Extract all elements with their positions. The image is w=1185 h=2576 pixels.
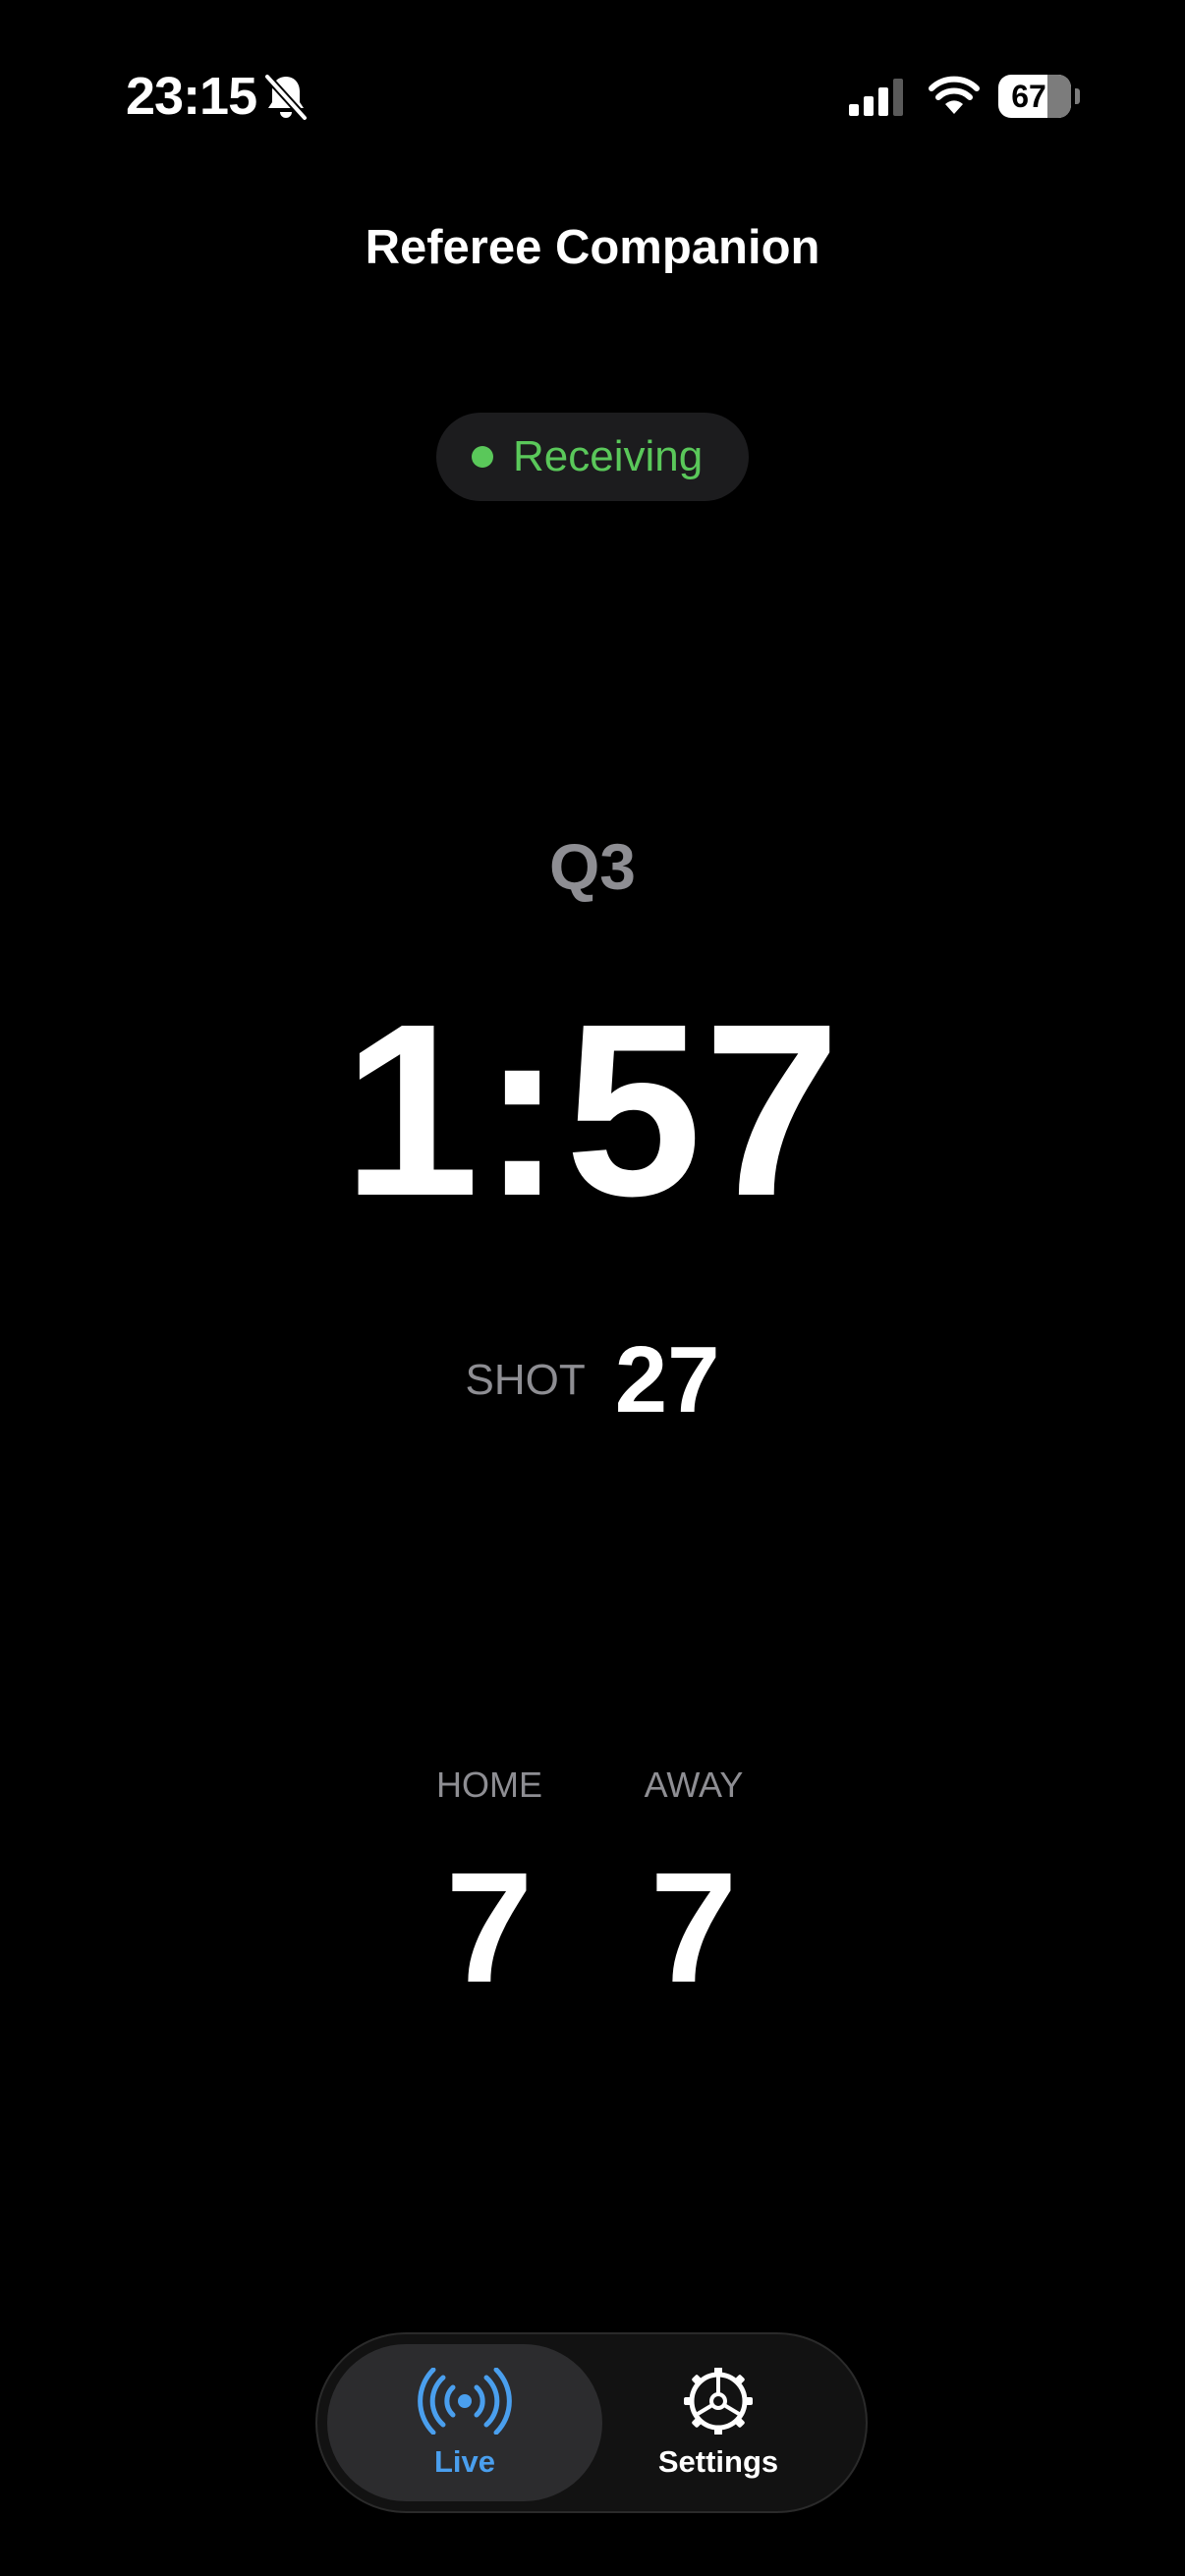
connection-status-label: Receiving xyxy=(513,432,704,480)
home-team-score: HOME 7 xyxy=(391,1761,588,2016)
status-time: 23:15 xyxy=(126,67,257,126)
wifi-icon xyxy=(929,76,980,114)
shot-clock: SHOT 27 xyxy=(0,1326,1185,1434)
bell-slash-icon xyxy=(264,74,308,121)
home-label: HOME xyxy=(436,1764,542,1805)
gear-icon xyxy=(684,2368,753,2435)
battery-body: 67 xyxy=(998,75,1071,118)
tab-bar: Live Settings xyxy=(315,2332,868,2513)
page-title: Referee Companion xyxy=(365,221,820,274)
away-team-score: AWAY 7 xyxy=(595,1761,792,2016)
status-dot-icon xyxy=(472,446,493,468)
game-clock: 1:57 xyxy=(342,973,843,1247)
quarter-label: Q3 xyxy=(548,830,637,903)
home-score: 7 xyxy=(445,1839,534,2015)
broadcast-icon xyxy=(418,2368,512,2435)
shot-clock-label: SHOT xyxy=(465,1356,586,1404)
tab-settings[interactable]: Settings xyxy=(581,2344,856,2501)
tab-live-label: Live xyxy=(433,2444,496,2479)
connection-status-badge: Receiving xyxy=(436,413,749,501)
tab-settings-label: Settings xyxy=(657,2444,779,2479)
tab-live[interactable]: Live xyxy=(327,2344,602,2501)
battery-percent: 67 xyxy=(1011,79,1046,114)
live-screen: 23:15 67 Referee Companion Receiving Q3 … xyxy=(0,0,1185,2576)
shot-clock-value: 27 xyxy=(614,1327,720,1432)
away-score: 7 xyxy=(649,1839,738,2015)
battery-cap xyxy=(1075,88,1080,104)
away-label: AWAY xyxy=(644,1764,744,1805)
cellular-signal-icon xyxy=(849,79,903,116)
battery-indicator: 67 xyxy=(998,75,1081,118)
